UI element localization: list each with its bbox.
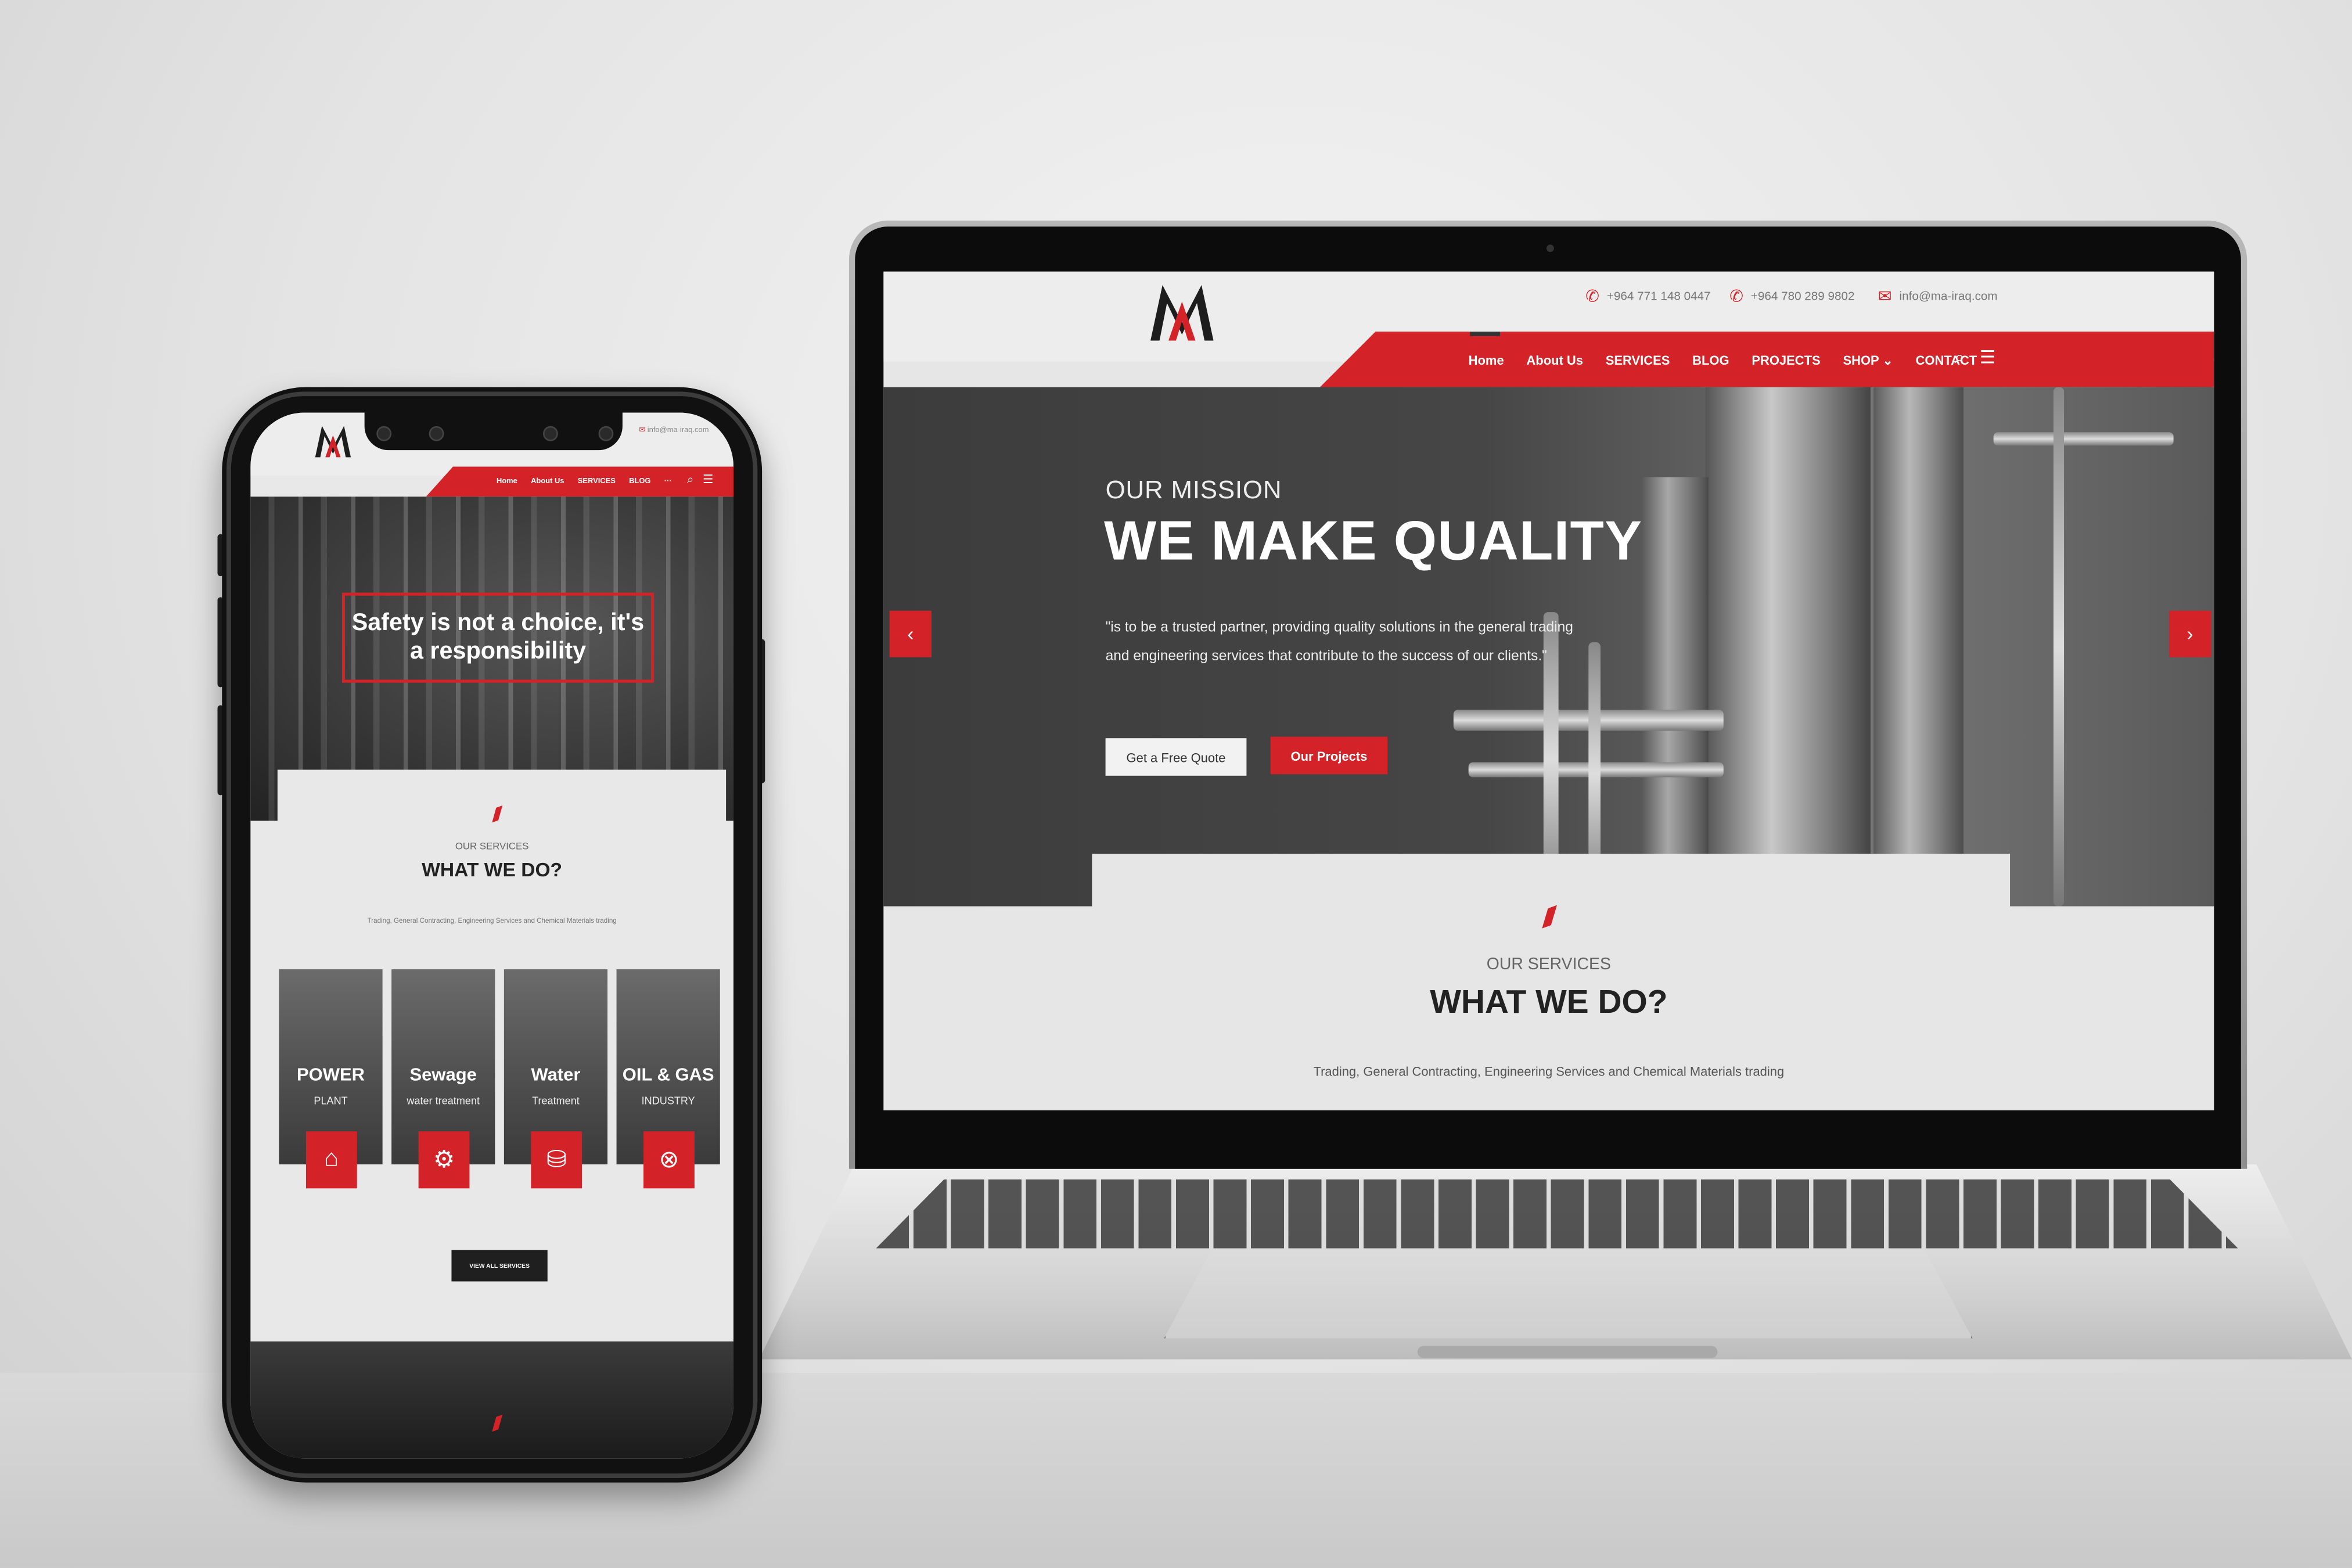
card-subtitle: Treatment: [532, 1096, 580, 1107]
nav-services[interactable]: SERVICES: [1606, 353, 1670, 369]
mobile-nav-icons: ⌕ ☰: [687, 473, 714, 488]
services-title: WHAT WE DO?: [422, 858, 563, 881]
services-tab-cap: [1092, 854, 2011, 914]
hero-image-tower: [1705, 387, 1871, 907]
services-description: Trading, General Contracting, Engineerin…: [1313, 1063, 1785, 1079]
services-description: Trading, General Contracting, Engineerin…: [367, 916, 617, 925]
hero-slider: OUR MISSION WE MAKE QUALITY "is to be a …: [883, 387, 2214, 907]
nav-blog[interactable]: BLOG: [629, 477, 650, 487]
menu-icon[interactable]: ☰: [703, 473, 714, 488]
phone-icon: ✆: [1585, 288, 1599, 307]
slider-prev-arrow[interactable]: ‹: [889, 610, 932, 657]
main-nav: Home About Us SERVICES BLOG PROJECTS SHO…: [1469, 353, 1977, 369]
phone-notch: [364, 412, 623, 451]
hero-image-pipe: [1993, 432, 2174, 446]
hero-image-pipe: [2053, 387, 2065, 907]
nav-about-us[interactable]: About Us: [1526, 353, 1583, 369]
hero-quote: "is to be a trusted partner, providing q…: [1105, 620, 1573, 665]
factory-icon: ⌂: [305, 1131, 357, 1189]
nav-about-us[interactable]: About Us: [531, 477, 564, 487]
card-title: Water: [531, 1063, 581, 1085]
contact-email[interactable]: ✉ info@ma-iraq.com: [1878, 286, 1998, 306]
phone-device: ✉ info@ma-iraq.com Safety is not a choic…: [222, 387, 763, 1483]
card-subtitle: INDUSTRY: [641, 1096, 695, 1107]
view-all-services-button[interactable]: VIEW ALL SERVICES: [451, 1250, 548, 1282]
laptop-trackpad: [1164, 1248, 1973, 1339]
slider-next-arrow[interactable]: ›: [2168, 610, 2211, 657]
nav-shop[interactable]: SHOP ⌄: [1843, 353, 1893, 369]
valve-icon: ⊗: [643, 1131, 695, 1189]
services-title: WHAT WE DO?: [1430, 983, 1668, 1020]
laptop-hinge-notch: [1417, 1346, 1718, 1358]
services-label: OUR SERVICES: [1486, 955, 1611, 974]
mobile-email[interactable]: ✉ info@ma-iraq.com: [639, 426, 709, 436]
phone-screen: ✉ info@ma-iraq.com Safety is not a choic…: [250, 412, 734, 1459]
nav-shop-label: SHOP: [1843, 353, 1879, 368]
card-title: POWER: [296, 1063, 365, 1085]
mobile-footer-section: [250, 1341, 734, 1459]
mail-icon: ✉: [1878, 288, 1892, 307]
camera-icon: [376, 426, 392, 441]
card-title: Sewage: [409, 1063, 477, 1085]
camera-icon: [543, 426, 558, 441]
mail-icon: ✉: [639, 426, 646, 436]
our-projects-button[interactable]: Our Projects: [1270, 736, 1388, 775]
laptop-bezel: ✆ +964 771 148 0447 ✆ +964 780 289 9802 …: [855, 226, 2241, 1169]
mobile-nav: Home About Us SERVICES BLOG ···: [497, 477, 672, 487]
ma-logo[interactable]: [1148, 280, 1217, 344]
card-subtitle: water treatment: [407, 1096, 480, 1107]
search-icon[interactable]: ⌕: [687, 473, 694, 488]
camera-icon: [598, 426, 614, 441]
tanks-icon: ⛁: [531, 1131, 582, 1189]
search-icon[interactable]: ⌕: [1955, 347, 1965, 369]
hero-title: WE MAKE QUALITY: [1104, 510, 1643, 572]
contact-phone-2[interactable]: ✆ +964 780 289 9802: [1729, 286, 1854, 306]
pump-icon: ⚙: [418, 1131, 470, 1189]
services-label: OUR SERVICES: [455, 841, 529, 853]
phone-icon: ✆: [1729, 288, 1743, 307]
laptop-keyboard: [876, 1179, 2238, 1249]
accent-mark-icon: [492, 1415, 502, 1432]
nav-home[interactable]: Home: [1469, 353, 1504, 369]
nav-home[interactable]: Home: [497, 477, 517, 487]
nav-icons: ⌕ ☰: [1955, 347, 1996, 369]
hero-subtitle: OUR MISSION: [1105, 476, 1282, 505]
chevron-down-icon: ⌄: [1882, 353, 1893, 368]
nav-blog[interactable]: BLOG: [1692, 353, 1729, 369]
ma-logo[interactable]: [314, 422, 353, 461]
card-title: OIL & GAS: [622, 1063, 714, 1085]
mockup-scene: ✆ +964 771 148 0447 ✆ +964 780 289 9802 …: [0, 0, 2352, 1568]
camera-icon: [1546, 244, 1554, 253]
safety-banner: Safety is not a choice, it's a responsib…: [341, 592, 654, 683]
hero-image-tower: [1873, 387, 1964, 907]
menu-icon[interactable]: ☰: [1980, 347, 1996, 369]
nav-projects[interactable]: PROJECTS: [1752, 353, 1820, 369]
get-quote-button[interactable]: Get a Free Quote: [1105, 738, 1247, 776]
camera-icon: [429, 426, 444, 441]
laptop-lid: ✆ +964 771 148 0447 ✆ +964 780 289 9802 …: [848, 220, 2247, 1169]
nav-more[interactable]: ···: [664, 477, 672, 487]
contact-phone-1[interactable]: ✆ +964 771 148 0447: [1585, 286, 1710, 306]
laptop-screen: ✆ +964 771 148 0447 ✆ +964 780 289 9802 …: [883, 271, 2214, 1110]
nav-services[interactable]: SERVICES: [578, 477, 616, 487]
active-nav-indicator: [1470, 331, 1500, 336]
card-subtitle: PLANT: [314, 1096, 348, 1107]
services-tab-cap: [277, 769, 727, 830]
hero-image-tower: [1641, 477, 1709, 907]
